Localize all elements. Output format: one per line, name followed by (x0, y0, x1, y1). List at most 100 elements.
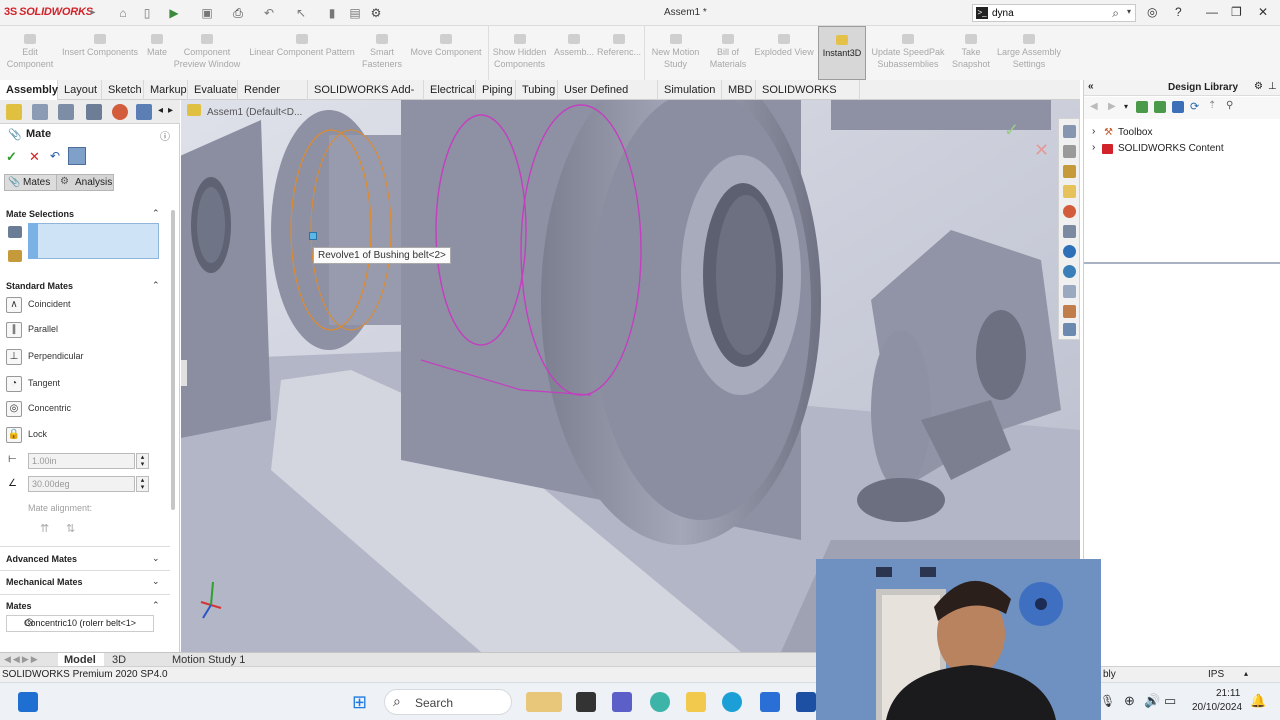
tab-sketch[interactable]: Sketch (102, 80, 144, 100)
open-icon[interactable]: ▶ (167, 6, 181, 20)
bill-of-materials-button[interactable]: Bill of Materials (706, 26, 750, 80)
move-component-button[interactable]: Move Component (404, 26, 488, 80)
chevron-up-icon[interactable]: ▴ (1244, 669, 1248, 678)
mate-selections-header[interactable]: Mate Selections (6, 209, 74, 219)
distance-field[interactable]: 1.00in (28, 453, 135, 469)
help-icon[interactable]: ? (1175, 5, 1182, 19)
mechanical-mates-header[interactable]: Mechanical Mates (6, 577, 83, 587)
appearances-icon[interactable] (1063, 205, 1076, 218)
new-motion-study-button[interactable]: New Motion Study (644, 26, 706, 80)
add-file-location-icon[interactable] (1154, 101, 1166, 113)
panel-collapse-handle[interactable] (181, 360, 187, 386)
tab-tubing[interactable]: Tubing (516, 80, 558, 100)
reference-geometry-button[interactable]: Referenc... (596, 26, 642, 80)
list-item[interactable]: Concentric10 (rolerr belt<1> (24, 618, 136, 628)
instant3d-button[interactable]: Instant3D (818, 26, 866, 80)
standard-mates-header[interactable]: Standard Mates (6, 281, 73, 291)
tab-layout[interactable]: Layout (58, 80, 102, 100)
add-ins-icon[interactable] (1063, 285, 1076, 298)
windows-start-icon[interactable]: ⊞ (352, 692, 367, 712)
anti-aligned-icon[interactable]: ⇅ (66, 522, 75, 535)
tab-model[interactable]: Model (58, 653, 104, 667)
clock-date[interactable]: 20/10/2024 (1192, 702, 1242, 713)
view-palette-icon[interactable] (1063, 225, 1076, 238)
solidworks-logo[interactable]: 3S SOLIDWORKS (4, 6, 93, 18)
notification-bell-icon[interactable]: 🔔 (1250, 693, 1266, 709)
edge-icon[interactable] (722, 692, 742, 712)
app-l-icon[interactable] (796, 692, 816, 712)
select-icon[interactable]: ↖ (294, 6, 308, 20)
back-icon[interactable]: ◀ (1090, 101, 1098, 112)
print-icon[interactable]: ⎙ (231, 6, 245, 20)
tab-user-defined-route[interactable]: User Defined Route (558, 80, 658, 116)
resources-icon[interactable] (1063, 145, 1076, 158)
cancel-x-icon[interactable]: ✕ (29, 149, 40, 165)
coincident-mate[interactable]: ∧ Coincident (6, 295, 166, 315)
teams-icon[interactable] (612, 692, 632, 712)
tab-electrical[interactable]: Electrical (424, 80, 476, 100)
file-explorer-icon[interactable] (686, 692, 706, 712)
tab-evaluate[interactable]: Evaluate (188, 80, 238, 100)
copilot-icon[interactable] (650, 692, 670, 712)
pin-icon[interactable]: ⊥ (1268, 81, 1277, 92)
home-icon[interactable] (1063, 125, 1076, 138)
tab-addins[interactable]: SOLIDWORKS Add-Ins (308, 80, 424, 116)
toolbox-icon[interactable] (1063, 305, 1076, 318)
dropdown-icon[interactable]: ▾ (1124, 102, 1128, 111)
display-manager-icon[interactable] (112, 104, 128, 120)
chevron-down-icon[interactable]: ▾ (1127, 7, 1131, 16)
search-input[interactable] (992, 6, 1092, 20)
tab-scroll-arrows-icon[interactable]: ◀◀▶▶ (4, 654, 40, 665)
options-gear-icon[interactable]: ⚙ (369, 6, 383, 20)
confirm-check-icon[interactable]: ✓ (1004, 120, 1019, 141)
assembly-tree-icon[interactable] (187, 104, 201, 116)
tab-3d-views[interactable]: 3D Views (106, 653, 164, 680)
tab-analysis[interactable]: ⚙ Analysis (56, 174, 114, 191)
chevron-up-icon[interactable]: ⌃ (152, 600, 160, 611)
component-preview-button[interactable]: Component Preview Window (172, 26, 242, 80)
expand-icon[interactable]: › (1092, 126, 1095, 137)
aligned-icon[interactable]: ⇈ (40, 522, 49, 535)
edit-component-button[interactable]: Edit Component (2, 26, 58, 80)
dimxpert-icon[interactable] (86, 104, 102, 120)
tangent-mate[interactable]: ◔ Tangent (6, 374, 166, 394)
collapse-icon[interactable]: « (1088, 81, 1094, 92)
search-highlight-icon[interactable] (526, 692, 562, 712)
feature-manager-icon[interactable] (6, 104, 22, 120)
battery-icon[interactable]: ▭ (1164, 693, 1176, 709)
mates-header[interactable]: Mates (6, 601, 32, 611)
tab-mates[interactable]: 📎 Mates (4, 174, 58, 191)
pushpin-icon[interactable] (68, 147, 86, 165)
taskbar-search[interactable]: ⌕ Search (384, 689, 512, 715)
clock-time[interactable]: 21:11 (1216, 688, 1240, 699)
up-icon[interactable]: ⇡ (1208, 100, 1216, 111)
property-manager-icon[interactable] (32, 104, 48, 120)
tree-flyout-label[interactable]: Assem1 (Default<D... (207, 107, 302, 118)
close-icon[interactable]: ✕ (1258, 5, 1268, 19)
custom-properties-icon[interactable] (1063, 265, 1076, 278)
settings-icon[interactable]: ⚙ (1254, 81, 1263, 92)
chevron-left-icon[interactable]: ◂ (158, 105, 163, 116)
cam-manager-icon[interactable] (136, 104, 152, 120)
tab-assembly[interactable]: Assembly (0, 80, 58, 100)
home-icon[interactable]: ⌂ (116, 6, 130, 20)
undo-icon[interactable]: ↶ (50, 149, 60, 163)
network-icon[interactable]: ⊕ (1124, 693, 1135, 709)
take-snapshot-button[interactable]: Take Snapshot (948, 26, 994, 80)
show-hidden-button[interactable]: Show Hidden Components (488, 26, 550, 80)
extra-pane-icon[interactable] (1063, 323, 1076, 336)
create-folder-icon[interactable] (1172, 101, 1184, 113)
add-location-icon[interactable] (1136, 101, 1148, 113)
cancel-x-icon[interactable]: ✕ (1034, 140, 1049, 161)
linear-pattern-button[interactable]: Linear Component Pattern (244, 26, 360, 80)
task-view-icon[interactable] (576, 692, 596, 712)
tab-solidworks-cam[interactable]: SOLIDWORKS CAM (756, 80, 860, 116)
restore-icon[interactable]: ❐ (1231, 5, 1242, 19)
file-explorer-icon[interactable] (1063, 185, 1076, 198)
expand-icon[interactable]: › (1092, 142, 1095, 153)
scrollbar[interactable] (171, 210, 175, 510)
tree-item-toolbox[interactable]: › ⚒ Toolbox (1088, 126, 1278, 142)
insert-components-button[interactable]: Insert Components (58, 26, 142, 80)
units-selector[interactable]: IPS (1208, 669, 1224, 680)
new-document-icon[interactable]: ▯ (140, 6, 154, 20)
